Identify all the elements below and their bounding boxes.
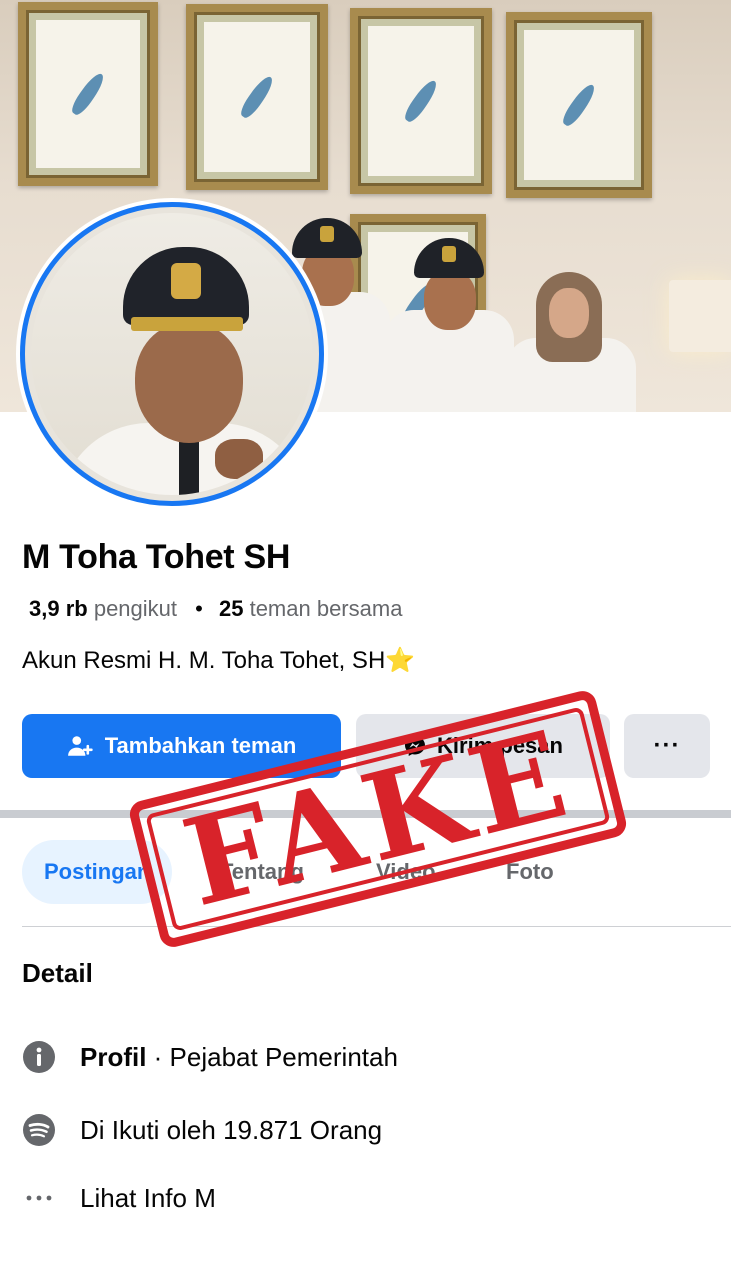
feed-icon: [22, 1113, 56, 1147]
see-info-link[interactable]: Lihat Info M: [22, 1181, 216, 1215]
add-friend-icon: [67, 736, 93, 756]
profile-stats[interactable]: 3,9 rb pengikut • 25 teman bersama: [29, 596, 402, 622]
profile-category-label: Profil: [80, 1041, 147, 1072]
cover-person: [384, 232, 514, 412]
profile-bio: Akun Resmi H. M. Toha Tohet, SH⭐: [22, 647, 416, 674]
profile-category-value: · Pejabat Pemerintah: [146, 1041, 398, 1072]
followers-count: 3,9 rb: [29, 596, 88, 621]
painting-frame: [506, 12, 652, 198]
info-icon: [22, 1040, 56, 1074]
separator-dot: •: [195, 596, 203, 621]
avatar[interactable]: [20, 202, 324, 506]
more-dots-icon: ···: [653, 732, 681, 759]
add-friend-label: Tambahkan teman: [104, 733, 297, 758]
followers-label: pengikut: [93, 596, 178, 621]
painting-frame: [186, 4, 328, 190]
see-info-label: Lihat Info M: [80, 1182, 216, 1213]
detail-profile-row: Profil · Pejabat Pemerintah: [22, 1040, 398, 1074]
painting-frame: [18, 2, 158, 186]
painting-frame: [350, 8, 492, 194]
profile-name: M Toha Tohet SH: [22, 538, 291, 576]
followed-by-text: Di Ikuti oleh 19.871 Orang: [80, 1114, 383, 1145]
more-button[interactable]: ···: [624, 714, 710, 778]
lamp: [669, 280, 731, 352]
detail-heading: Detail: [22, 958, 93, 988]
mutual-count: 25: [218, 596, 244, 621]
emblem-icon: [171, 263, 201, 299]
detail-followers-row: Di Ikuti oleh 19.871 Orang: [22, 1113, 382, 1147]
cover-person: [506, 272, 636, 412]
more-dots-icon: [22, 1181, 56, 1215]
mutual-label: teman bersama: [249, 596, 403, 621]
tab-divider: [22, 926, 731, 927]
